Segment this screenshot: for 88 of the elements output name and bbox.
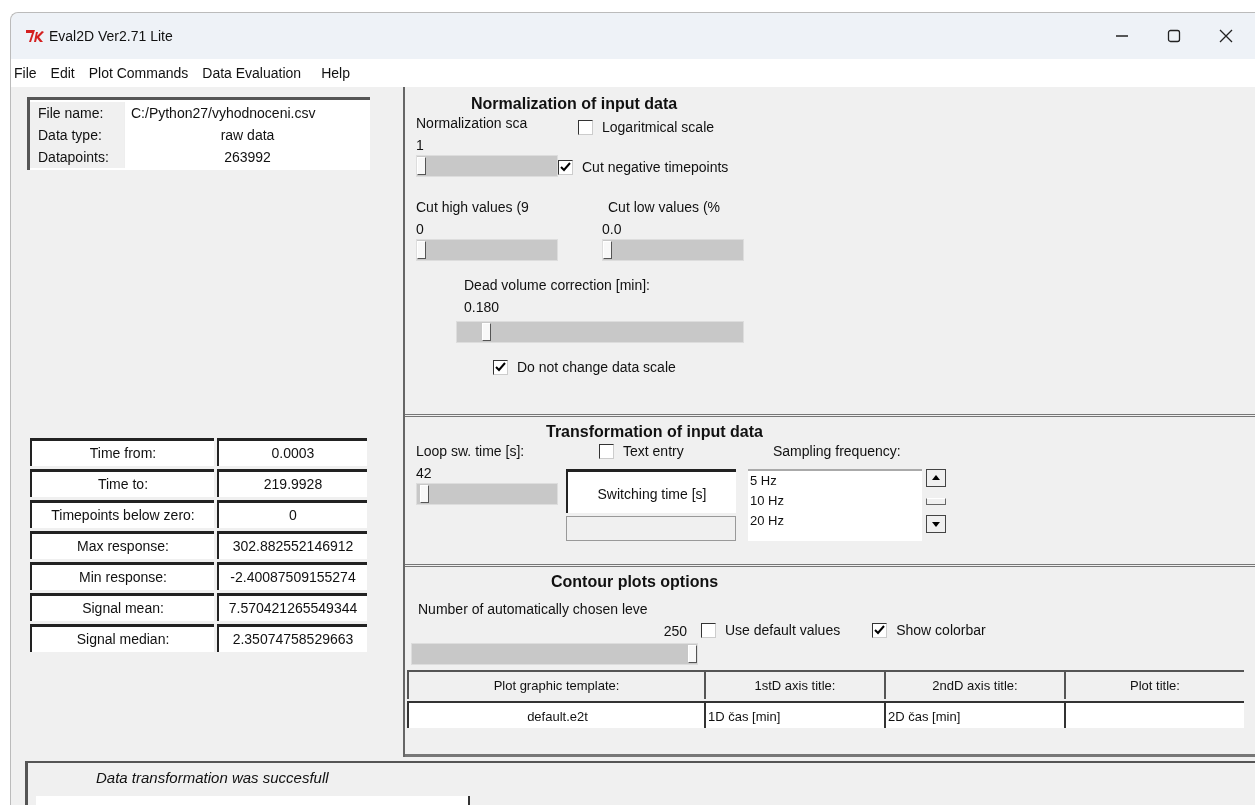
table-cell: Max response: — [30, 531, 214, 559]
slider-value: 0 — [416, 220, 424, 239]
slider-value: 1 — [416, 136, 424, 155]
table-cell: -2.40087509155274 — [217, 562, 367, 590]
app-icon — [25, 28, 45, 44]
window-title: Eval2D Ver2.71 Lite — [49, 28, 173, 44]
slider-thumb[interactable] — [688, 645, 697, 663]
menu-item[interactable]: File — [14, 65, 37, 81]
table-cell: 302.882552146912 — [217, 531, 367, 559]
checkbox[interactable] — [558, 159, 573, 175]
slider-label: Dead volume correction [min]: — [464, 276, 650, 295]
input-field[interactable]: 1D čas [min] — [704, 701, 884, 728]
section-title: Normalization of input data — [471, 95, 679, 113]
info-value: raw data — [219, 126, 276, 145]
slider-thumb[interactable] — [481, 323, 491, 341]
info-value: 263992 — [223, 148, 272, 167]
slider-track[interactable] — [416, 155, 558, 177]
scrollbar[interactable] — [926, 469, 946, 533]
list-item[interactable]: 10 Hz — [750, 491, 922, 511]
status-message: Data transformation was succesfull — [96, 769, 330, 786]
checkbox-label[interactable]: Logaritmical scale — [602, 117, 715, 137]
slider-value: 0.180 — [464, 298, 500, 317]
scroll-up-icon[interactable] — [926, 469, 946, 487]
table-cell: Signal mean: — [30, 593, 214, 621]
checkbox[interactable] — [599, 443, 614, 459]
menu-item[interactable]: Edit — [50, 65, 75, 81]
input-field[interactable] — [566, 516, 736, 541]
slider-label: Loop sw. time [s]: — [416, 442, 525, 461]
checkbox[interactable] — [872, 622, 888, 638]
checkbox-label[interactable]: Use default values — [725, 620, 841, 640]
info-label: File name: — [30, 102, 125, 124]
menu-item[interactable]: Data Evaluation — [202, 65, 302, 81]
scroll-down-icon[interactable] — [926, 515, 946, 533]
column-header: 2ndD axis title: — [884, 670, 1064, 699]
table-cell: 2.35074758529663 — [217, 624, 367, 652]
section-title: Transformation of input data — [546, 423, 764, 441]
slider-track[interactable] — [416, 239, 558, 261]
slider-track[interactable] — [602, 239, 744, 261]
info-label: Data type: — [30, 124, 125, 146]
slider-track[interactable] — [456, 321, 744, 343]
listbox[interactable]: 5 Hz 10 Hz 20 Hz — [748, 469, 922, 541]
section-title: Contour plots options — [551, 573, 720, 591]
column-header: 1stD axis title: — [704, 670, 884, 699]
slider-label: Number of automatically chosen leve — [418, 600, 649, 619]
slider-value: 0.0 — [602, 220, 622, 239]
close-icon[interactable] — [1219, 29, 1233, 43]
input-field[interactable]: default.e2t — [407, 701, 704, 728]
list-item[interactable]: 5 Hz — [750, 471, 922, 491]
scroll-thumb[interactable] — [926, 497, 946, 505]
slider-thumb[interactable] — [417, 157, 426, 175]
slider-track[interactable] — [416, 483, 558, 505]
table-cell: 219.9928 — [217, 469, 367, 497]
info-value: C:/Python27/vyhodnoceni.csv — [130, 104, 317, 123]
table-cell: Signal median: — [30, 624, 214, 652]
input-field[interactable]: 2D čas [min] — [884, 701, 1064, 728]
slider-value: 42 — [416, 464, 432, 483]
input-field[interactable] — [1064, 701, 1244, 728]
menu-item[interactable]: Plot Commands — [88, 65, 189, 81]
table-cell: Timepoints below zero: — [30, 500, 214, 528]
slider-label: Cut high values (9 — [416, 198, 529, 217]
slider-track[interactable] — [411, 643, 698, 665]
checkbox[interactable] — [493, 359, 508, 375]
column-header: Plot title: — [1064, 670, 1244, 699]
checkbox-label[interactable]: Show colorbar — [896, 620, 986, 640]
slider-thumb[interactable] — [417, 241, 426, 259]
table-cell: 0.0003 — [217, 438, 367, 466]
info-label: Datapoints: — [30, 146, 125, 168]
table-cell: Time from: — [30, 438, 214, 466]
menu-item[interactable]: Help — [321, 65, 350, 81]
table-cell: 0 — [217, 500, 367, 528]
checkbox-label[interactable]: Cut negative timepoints — [582, 157, 729, 177]
slider-thumb[interactable] — [419, 485, 429, 503]
column-header: Plot graphic template: — [407, 670, 704, 699]
checkbox[interactable] — [578, 119, 593, 135]
maximize-icon[interactable] — [1167, 29, 1181, 43]
table-cell: 7.570421265549344 — [217, 593, 367, 621]
slider-label: Cut low values (% — [608, 198, 721, 217]
table-cell: Min response: — [30, 562, 214, 590]
slider-value: 250 — [662, 622, 687, 641]
table-cell: Time to: — [30, 469, 214, 497]
checkbox-label[interactable]: Text entry — [623, 441, 684, 461]
slider-thumb[interactable] — [603, 241, 612, 259]
slider-label: Normalization sca — [416, 114, 528, 133]
switching-time-label: Switching time [s] — [566, 469, 736, 513]
checkbox[interactable] — [701, 622, 716, 638]
listbox-label: Sampling frequency: — [773, 442, 901, 461]
checkbox-label[interactable]: Do not change data scale — [517, 357, 676, 377]
list-item[interactable]: 20 Hz — [750, 511, 922, 531]
